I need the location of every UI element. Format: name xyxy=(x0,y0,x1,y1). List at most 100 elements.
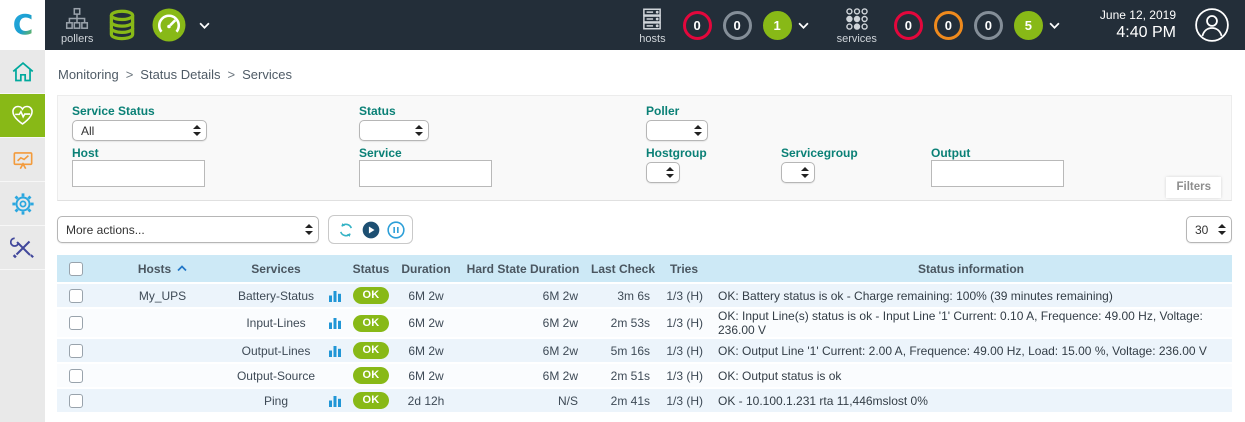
output-label: Output xyxy=(931,146,970,160)
sidebar-item-monitoring[interactable] xyxy=(0,94,45,138)
breadcrumb-status-details[interactable]: Status Details xyxy=(140,67,220,82)
more-actions-select[interactable]: More actions... xyxy=(57,216,319,243)
user-menu[interactable] xyxy=(1194,7,1230,43)
service-input[interactable] xyxy=(359,160,492,187)
cell-service[interactable]: Output-Source xyxy=(230,363,322,388)
servicegroup-label: Servicegroup xyxy=(781,146,858,160)
services-ok-counter[interactable]: 5 xyxy=(1014,11,1043,40)
status-select[interactable] xyxy=(359,120,429,141)
main-content: Monitoring>Status Details>Services Servi… xyxy=(45,50,1245,422)
monitoring-controls xyxy=(328,215,413,244)
database-status[interactable] xyxy=(105,7,139,43)
cell-tries: 1/3 (H) xyxy=(658,338,710,363)
svg-text:C: C xyxy=(12,8,33,41)
pollers-label: pollers xyxy=(61,33,93,45)
cell-service[interactable]: Input-Lines xyxy=(230,308,322,338)
filters-tab[interactable]: Filters xyxy=(1166,177,1221,198)
graph-icon[interactable] xyxy=(328,289,342,303)
select-all-checkbox[interactable] xyxy=(69,262,83,276)
service-status-value: All xyxy=(81,124,94,138)
cell-host[interactable] xyxy=(95,363,230,388)
services-dropdown-chevron[interactable] xyxy=(1049,22,1060,29)
poller-dropdown-chevron[interactable] xyxy=(199,22,210,29)
table-row: Output-SourceOK6M 2w6M 2w2m 51s1/3 (H)OK… xyxy=(57,363,1232,388)
row-checkbox[interactable] xyxy=(69,344,83,358)
cell-status: OK xyxy=(348,283,394,308)
cell-duration: 2d 12h xyxy=(394,388,458,413)
output-input[interactable] xyxy=(931,160,1064,187)
row-checkbox[interactable] xyxy=(69,316,83,330)
service-status-label: Service Status xyxy=(72,104,155,118)
cell-graph xyxy=(322,308,348,338)
cell-service[interactable]: Output-Lines xyxy=(230,338,322,363)
pollers-menu[interactable]: pollers xyxy=(61,6,93,45)
services-status-cluster: services 0 0 0 5 xyxy=(831,6,1066,45)
hosts-down-counter[interactable]: 0 xyxy=(683,11,712,40)
hostgroup-select[interactable] xyxy=(646,162,680,183)
select-arrows-icon xyxy=(415,125,423,136)
play-icon xyxy=(361,220,381,240)
cell-status-information: OK: Battery status is ok - Charge remain… xyxy=(710,283,1232,308)
sidebar-item-reporting[interactable] xyxy=(0,138,45,182)
table-body: My_UPSBattery-StatusOK6M 2w6M 2w3m 6s1/3… xyxy=(57,283,1232,413)
current-date: June 12, 2019 xyxy=(1100,8,1176,23)
sidebar-item-configuration[interactable] xyxy=(0,182,45,226)
breadcrumb-services[interactable]: Services xyxy=(242,67,292,82)
pause-icon xyxy=(386,220,406,240)
sidebar-item-administration[interactable] xyxy=(0,226,45,270)
cell-service[interactable]: Battery-Status xyxy=(230,283,322,308)
cell-host[interactable]: My_UPS xyxy=(95,283,230,308)
cell-host[interactable] xyxy=(95,388,230,413)
cell-status-information: OK: Input Line(s) status is ok - Input L… xyxy=(710,308,1232,338)
hosts-dropdown-chevron[interactable] xyxy=(798,22,809,29)
cell-duration: 6M 2w xyxy=(394,283,458,308)
graph-icon[interactable] xyxy=(328,394,342,408)
cell-host[interactable] xyxy=(95,308,230,338)
graph-icon[interactable] xyxy=(328,316,342,330)
refresh-button[interactable] xyxy=(333,217,358,242)
cell-graph xyxy=(322,363,348,388)
column-header-duration[interactable]: Duration xyxy=(394,255,458,283)
services-critical-counter[interactable]: 0 xyxy=(894,11,923,40)
cell-last-check: 2m 51s xyxy=(588,363,658,388)
cell-service[interactable]: Ping xyxy=(230,388,322,413)
select-arrows-icon xyxy=(801,167,809,178)
breadcrumb-monitoring[interactable]: Monitoring xyxy=(58,67,119,82)
cell-status-information: OK: Output status is ok xyxy=(710,363,1232,388)
host-input[interactable] xyxy=(72,160,205,187)
servicegroup-select[interactable] xyxy=(781,162,815,183)
row-checkbox[interactable] xyxy=(69,289,83,303)
services-unknown-counter[interactable]: 0 xyxy=(974,11,1003,40)
hosts-menu[interactable]: hosts xyxy=(639,6,665,45)
column-header-tries[interactable]: Tries xyxy=(658,255,710,283)
cell-status: OK xyxy=(348,388,394,413)
hosts-unreachable-counter[interactable]: 0 xyxy=(723,11,752,40)
latency-status[interactable] xyxy=(151,7,187,43)
gear-icon xyxy=(10,191,36,217)
column-header-hard-state-duration[interactable]: Hard State Duration xyxy=(458,255,588,283)
chevron-down-icon xyxy=(798,22,809,29)
column-header-services[interactable]: Services xyxy=(230,255,322,283)
centreon-logo[interactable]: C xyxy=(0,0,45,50)
sidebar-item-home[interactable] xyxy=(0,50,45,94)
row-checkbox[interactable] xyxy=(69,394,83,408)
poller-label: Poller xyxy=(646,104,679,118)
play-button[interactable] xyxy=(358,217,383,242)
services-menu[interactable]: services xyxy=(837,6,877,45)
cell-host[interactable] xyxy=(95,338,230,363)
heartbeat-icon xyxy=(9,102,36,129)
pause-button[interactable] xyxy=(383,217,408,242)
poller-select[interactable] xyxy=(646,120,708,141)
column-header-status-information[interactable]: Status information xyxy=(710,255,1232,283)
host-label: Host xyxy=(72,146,99,160)
column-header-hosts[interactable]: Hosts xyxy=(95,255,230,283)
column-header-last-check[interactable]: Last Check xyxy=(588,255,658,283)
hosts-up-counter[interactable]: 1 xyxy=(763,11,792,40)
services-warning-counter[interactable]: 0 xyxy=(934,11,963,40)
breadcrumb-separator: > xyxy=(228,67,236,82)
column-header-status[interactable]: Status xyxy=(348,255,394,283)
page-size-select[interactable]: 30 xyxy=(1186,216,1232,243)
service-status-select[interactable]: All xyxy=(72,120,207,141)
row-checkbox[interactable] xyxy=(69,369,83,383)
graph-icon[interactable] xyxy=(328,344,342,358)
